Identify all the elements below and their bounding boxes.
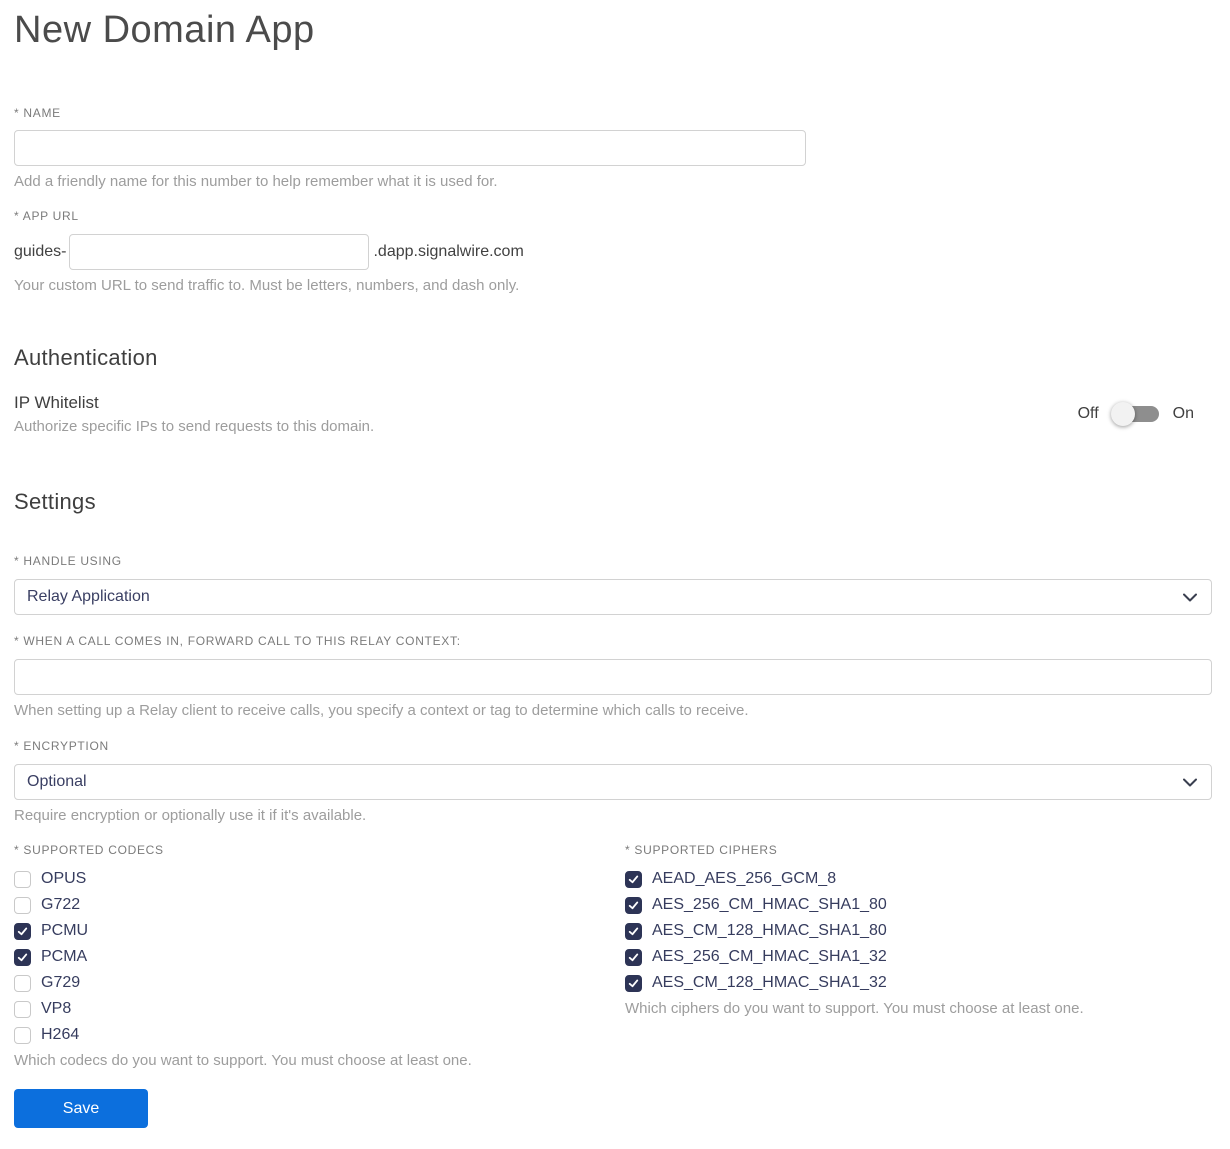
authentication-heading: Authentication — [14, 345, 158, 370]
page-title: New Domain App — [14, 9, 315, 51]
codecs-ciphers-columns: * SUPPORTED CODECS OPUS G722 PCMU PCMA G729 V… — [14, 843, 1212, 1069]
supported-codecs-label: * SUPPORTED CODECS — [14, 843, 164, 857]
ip-whitelist-helper: Authorize specific IPs to send requests … — [14, 418, 375, 435]
new-domain-app-form: New Domain App * NAME Add a friendly nam… — [0, 6, 1230, 1128]
app-url-field-helper: Your custom URL to send traffic to. Must… — [14, 277, 520, 294]
app-url-row: guides- .dapp.signalwire.com — [14, 234, 1212, 270]
codec-checkbox-opus[interactable]: OPUS — [14, 866, 625, 892]
codecs-checkbox-list: OPUS G722 PCMU PCMA G729 VP8 H264 — [14, 866, 625, 1048]
handle-using-select[interactable]: Relay Application — [14, 579, 1212, 615]
name-field-group: * NAME Add a friendly name for this numb… — [14, 106, 1212, 190]
checkbox-label: OPUS — [41, 870, 87, 887]
checkbox-label: PCMU — [41, 922, 89, 939]
relay-context-helper: When setting up a Relay client to receiv… — [14, 702, 749, 719]
handle-using-selected-value: Relay Application — [27, 588, 150, 605]
checkbox-label: G722 — [41, 896, 81, 913]
checkbox-checked-icon[interactable] — [625, 870, 642, 888]
supported-codecs-group: * SUPPORTED CODECS OPUS G722 PCMU PCMA G729 V… — [14, 843, 625, 1069]
app-url-field-label: * APP URL — [14, 209, 79, 223]
checkbox-checked-icon[interactable] — [625, 948, 642, 966]
cipher-checkbox-aes-256-cm-hmac-sha1-32[interactable]: AES_256_CM_HMAC_SHA1_32 — [625, 944, 1212, 970]
app-url-input[interactable] — [69, 234, 370, 270]
ciphers-checkbox-list: AEAD_AES_256_GCM_8 AES_256_CM_HMAC_SHA1_8… — [625, 866, 1212, 996]
checkbox-unchecked-icon[interactable] — [14, 1026, 31, 1044]
encryption-label: * ENCRYPTION — [14, 739, 109, 753]
app-url-suffix: .dapp.signalwire.com — [373, 243, 524, 260]
encryption-group: * ENCRYPTION Optional Require encryption… — [14, 739, 1212, 824]
toggle-knob-icon — [1110, 402, 1135, 426]
checkbox-unchecked-icon[interactable] — [14, 1000, 31, 1018]
toggle-off-label: Off — [1077, 405, 1099, 422]
app-url-field-group: * APP URL guides- .dapp.signalwire.com Y… — [14, 209, 1212, 294]
supported-codecs-helper: Which codecs do you want to support. You… — [14, 1052, 472, 1069]
checkbox-label: H264 — [41, 1026, 80, 1043]
checkbox-label: AES_CM_128_HMAC_SHA1_32 — [652, 974, 887, 991]
app-url-prefix: guides- — [14, 243, 67, 260]
checkbox-unchecked-icon[interactable] — [14, 870, 31, 888]
relay-context-label: * WHEN A CALL COMES IN, FORWARD CALL TO … — [14, 634, 461, 648]
ip-whitelist-row: IP Whitelist Authorize specific IPs to s… — [14, 393, 1194, 435]
checkbox-label: AES_256_CM_HMAC_SHA1_32 — [652, 948, 887, 965]
cipher-checkbox-aes-cm-128-hmac-sha1-80[interactable]: AES_CM_128_HMAC_SHA1_80 — [625, 918, 1212, 944]
chevron-down-icon — [1183, 593, 1197, 602]
encryption-select[interactable]: Optional — [14, 764, 1212, 800]
checkbox-label: G729 — [41, 974, 81, 991]
toggle-on-label: On — [1172, 405, 1194, 422]
handle-using-label: * HANDLE USING — [14, 554, 122, 568]
cipher-checkbox-aes-cm-128-hmac-sha1-32[interactable]: AES_CM_128_HMAC_SHA1_32 — [625, 970, 1212, 996]
ip-whitelist-text: IP Whitelist Authorize specific IPs to s… — [14, 393, 374, 435]
checkbox-label: VP8 — [41, 1000, 72, 1017]
name-field-label: * NAME — [14, 106, 61, 120]
checkbox-checked-icon[interactable] — [625, 922, 642, 940]
name-input[interactable] — [14, 130, 806, 166]
cipher-checkbox-aes-256-cm-hmac-sha1-80[interactable]: AES_256_CM_HMAC_SHA1_80 — [625, 892, 1212, 918]
encryption-selected-value: Optional — [27, 773, 87, 790]
ip-whitelist-toggle[interactable] — [1110, 402, 1159, 426]
ip-whitelist-toggle-group: Off On — [1078, 402, 1194, 426]
checkbox-label: AEAD_AES_256_GCM_8 — [652, 870, 837, 887]
save-row: Save — [14, 1089, 1212, 1128]
checkbox-checked-icon[interactable] — [14, 948, 31, 966]
ip-whitelist-label: IP Whitelist — [14, 393, 99, 412]
supported-ciphers-group: * SUPPORTED CIPHERS AEAD_AES_256_GCM_8 AE… — [625, 843, 1212, 1069]
handle-using-group: * HANDLE USING Relay Application — [14, 554, 1212, 615]
encryption-helper: Require encryption or optionally use it … — [14, 807, 367, 824]
checkbox-checked-icon[interactable] — [625, 896, 642, 914]
checkbox-unchecked-icon[interactable] — [14, 974, 31, 992]
relay-context-group: * WHEN A CALL COMES IN, FORWARD CALL TO … — [14, 634, 1212, 719]
codec-checkbox-h264[interactable]: H264 — [14, 1022, 625, 1048]
relay-context-input[interactable] — [14, 659, 1212, 695]
codec-checkbox-vp8[interactable]: VP8 — [14, 996, 625, 1022]
settings-heading: Settings — [14, 489, 96, 514]
save-button[interactable]: Save — [14, 1089, 148, 1128]
codec-checkbox-g729[interactable]: G729 — [14, 970, 625, 996]
supported-ciphers-helper: Which ciphers do you want to support. Yo… — [625, 1000, 1084, 1017]
codec-checkbox-pcmu[interactable]: PCMU — [14, 918, 625, 944]
checkbox-label: AES_256_CM_HMAC_SHA1_80 — [652, 896, 887, 913]
checkbox-checked-icon[interactable] — [14, 922, 31, 940]
supported-ciphers-label: * SUPPORTED CIPHERS — [625, 843, 778, 857]
chevron-down-icon — [1183, 778, 1197, 787]
codec-checkbox-pcma[interactable]: PCMA — [14, 944, 625, 970]
name-field-helper: Add a friendly name for this number to h… — [14, 173, 498, 190]
cipher-checkbox-aead-aes-256-gcm-8[interactable]: AEAD_AES_256_GCM_8 — [625, 866, 1212, 892]
checkbox-unchecked-icon[interactable] — [14, 896, 31, 914]
checkbox-checked-icon[interactable] — [625, 974, 642, 992]
checkbox-label: PCMA — [41, 948, 88, 965]
codec-checkbox-g722[interactable]: G722 — [14, 892, 625, 918]
checkbox-label: AES_CM_128_HMAC_SHA1_80 — [652, 922, 887, 939]
